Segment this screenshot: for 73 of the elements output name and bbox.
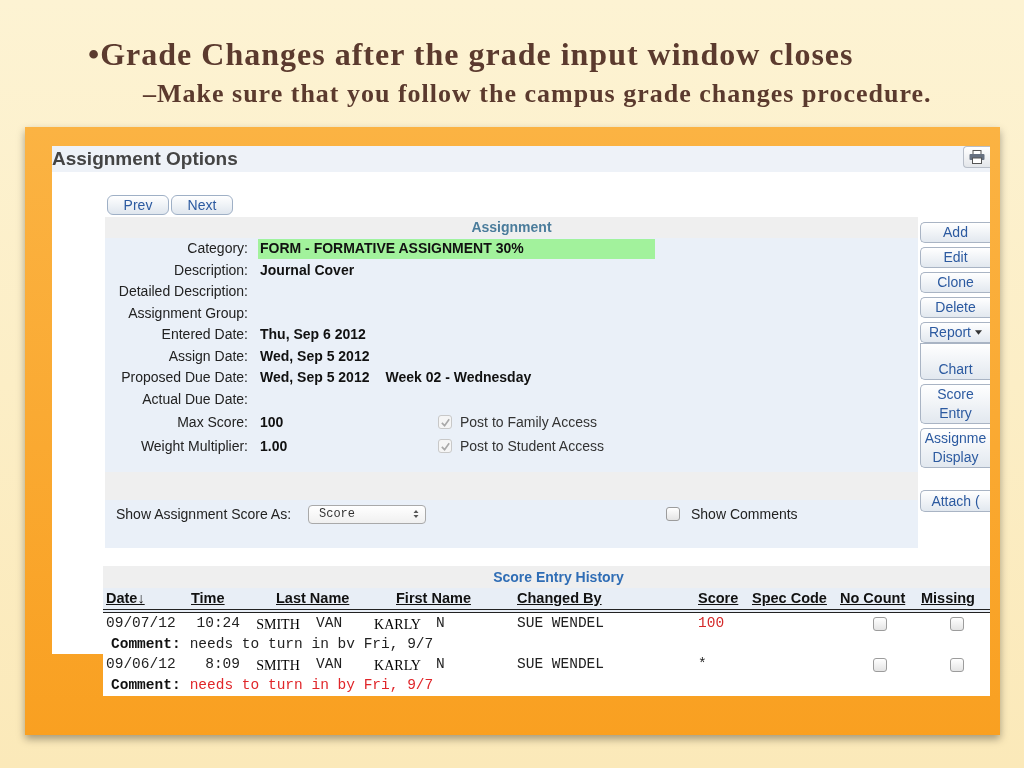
- field-value: FORM - FORMATIVE ASSIGNMENT 30%: [258, 238, 655, 259]
- changed-by-cell-text: SUE WENDEL: [517, 655, 605, 675]
- field-value: Thu, Sep 6 2012: [259, 325, 366, 345]
- comment-label: Comment:: [111, 634, 181, 654]
- field-value: Journal Cover: [259, 260, 355, 280]
- select-arrows-icon: [413, 509, 419, 519]
- field-label: Entered Date:: [160, 325, 248, 345]
- checkbox[interactable]: [950, 658, 964, 672]
- checkbox[interactable]: [873, 658, 887, 672]
- field-value: Wed, Sep 5 2012: [259, 346, 370, 366]
- column-header[interactable]: Date↓: [106, 587, 145, 610]
- date-cell-text: 09/07/12: [106, 614, 177, 634]
- printer-icon: [969, 150, 985, 164]
- field-label: Actual Due Date:: [141, 389, 248, 409]
- caret-icon: [975, 330, 982, 335]
- last-name-cell-text: VAN: [316, 614, 344, 634]
- time-cell-text: 10:24: [195, 614, 240, 634]
- column-header[interactable]: Time: [191, 587, 225, 610]
- score-display-label: Show Assignment Score As:: [116, 504, 293, 524]
- changed-by-cell-text: SUE WENDEL: [517, 614, 605, 634]
- side-button[interactable]: Edit: [920, 247, 990, 268]
- column-header[interactable]: Score: [698, 587, 739, 610]
- column-header[interactable]: Missing: [921, 587, 975, 610]
- score-display-select[interactable]: Score: [308, 504, 426, 524]
- column-header[interactable]: Spec Code: [752, 587, 827, 610]
- first-name-cell-text: N: [436, 655, 446, 675]
- field-label: Description:: [173, 260, 248, 280]
- field-value: 1.00: [259, 436, 289, 456]
- history-title: Score Entry History: [493, 567, 624, 587]
- slide-subtitle: –Make sure that you follow the campus grade changes procedure.: [143, 79, 932, 109]
- field-label: Max Score:: [176, 412, 248, 432]
- checkbox[interactable]: [873, 617, 887, 631]
- side-button[interactable]: Add: [920, 222, 990, 243]
- column-header[interactable]: No Count: [840, 587, 906, 610]
- comment-label: Comment:: [111, 675, 181, 695]
- side-button[interactable]: Chart: [920, 343, 990, 380]
- window-title: Assignment Options: [52, 148, 238, 170]
- field-label: Detailed Description:: [117, 282, 248, 302]
- side-button[interactable]: Score Entry: [920, 384, 990, 424]
- panel-heading: Assignment: [471, 218, 552, 237]
- first-name-cell-text: N: [436, 614, 446, 634]
- score-cell-text: *: [698, 655, 707, 675]
- slide-title: •Grade Changes after the grade input window closes: [88, 36, 854, 72]
- comment-text: needs to turn in by Fri, 9/7: [189, 675, 434, 695]
- checkbox[interactable]: [950, 617, 964, 631]
- time-cell-text: 8:09: [204, 655, 240, 675]
- field-label: Assign Date:: [167, 346, 248, 366]
- field-label: Proposed Due Date:: [120, 368, 248, 388]
- score-cell-text: 100: [698, 614, 725, 634]
- print-button[interactable]: [963, 146, 990, 168]
- date-cell-text: 09/06/12: [106, 655, 177, 675]
- column-header[interactable]: Last Name: [276, 587, 350, 610]
- field-label: Weight Multiplier:: [139, 436, 248, 456]
- side-button[interactable]: Report: [920, 322, 990, 343]
- field-label: Assignment Group:: [127, 303, 248, 323]
- column-header[interactable]: Changed By: [517, 587, 602, 610]
- nav-button[interactable]: Prev: [107, 195, 169, 215]
- field-label: Category:: [186, 239, 248, 259]
- side-button[interactable]: Clone: [920, 272, 990, 293]
- show-comments-label: Show Comments: [691, 504, 798, 524]
- field-note: Week 02 - Wednesday: [385, 368, 532, 388]
- comment-text: needs to turn in bv Fri, 9/7: [189, 634, 434, 654]
- field-value: 100: [259, 412, 285, 432]
- last-name-cell-text: VAN: [316, 655, 344, 675]
- option-label: Post to Student Access: [460, 436, 604, 456]
- field-value: Wed, Sep 5 2012: [259, 368, 370, 388]
- side-button[interactable]: Attach (: [920, 490, 990, 512]
- option-label: Post to Family Access: [460, 412, 597, 432]
- checkbox[interactable]: [666, 507, 680, 521]
- side-button[interactable]: Delete: [920, 297, 990, 318]
- side-button[interactable]: Assignme Display: [920, 428, 990, 468]
- nav-button[interactable]: Next: [171, 195, 233, 215]
- column-header[interactable]: First Name: [396, 587, 471, 610]
